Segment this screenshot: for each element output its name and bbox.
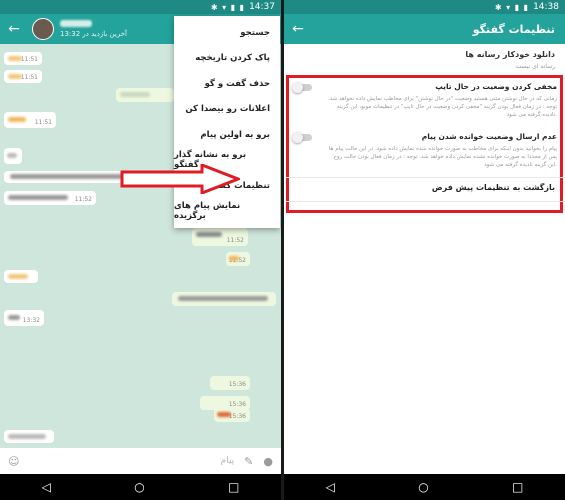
- message-bubble[interactable]: 13:32: [4, 310, 44, 326]
- menu-item-starred[interactable]: نمایش پیام های برگزیده: [174, 199, 280, 225]
- menu-item-clear-history[interactable]: پاک کردن تاریخچه: [174, 46, 280, 72]
- menu-item-search[interactable]: جستجو: [174, 20, 280, 46]
- back-arrow-icon[interactable]: ←: [0, 21, 28, 37]
- avatar[interactable]: [32, 18, 54, 40]
- status-time: 14:38: [533, 2, 559, 12]
- message-bubble[interactable]: 11:52: [226, 252, 250, 266]
- setting-description: زمانی که در حال نوشتن متنی هستید وضعیت "…: [328, 96, 557, 118]
- chat-title-block[interactable]: آخرین بازدید در 13:32: [60, 20, 127, 38]
- message-bubble[interactable]: 11:51: [4, 52, 42, 65]
- status-time: 14:37: [249, 2, 275, 12]
- setting-title: عدم ارسال وضعیت خوانده شدن پیام: [421, 132, 557, 141]
- menu-item-mute[interactable]: اعلانات رو بیصدا کن: [174, 97, 280, 123]
- reset-defaults-button[interactable]: بازگشت به تنظیمات پیش فرض: [432, 183, 555, 192]
- nav-back-icon[interactable]: ◁: [326, 480, 335, 494]
- message-time: 15:36: [228, 413, 246, 420]
- divider: [284, 177, 565, 178]
- status-bar: ✱ ▾ ▮ ▮ 14:37: [0, 0, 281, 14]
- attach-icon[interactable]: ✎: [244, 455, 253, 468]
- message-time: 11:51: [34, 119, 52, 126]
- setting-subtitle: رسانه ای نیست: [515, 63, 555, 70]
- back-arrow-icon[interactable]: ←: [284, 21, 312, 37]
- nav-back-icon[interactable]: ◁: [42, 480, 51, 494]
- menu-item-go-first[interactable]: برو به اولین پیام: [174, 122, 280, 148]
- message-bubble[interactable]: [4, 148, 22, 164]
- right-screenshot: ✱ ▾ ▮ ▮ 14:38 ← تنظیمات گفتگو دانلود خود…: [284, 0, 565, 500]
- status-bar: ✱ ▾ ▮ ▮ 14:38: [284, 0, 565, 14]
- page-title: تنظیمات گفتگو: [472, 22, 555, 36]
- settings-header: ← تنظیمات گفتگو: [284, 14, 565, 44]
- hide-typing-toggle[interactable]: [292, 82, 312, 93]
- setting-description: پیام را بخوانید بدون اینکه برای مخاطب به…: [328, 146, 557, 168]
- message-input[interactable]: پیام: [29, 456, 235, 466]
- setting-title: دانلود خودکار رسانه ها: [465, 50, 555, 59]
- left-screenshot: ✱ ▾ ▮ ▮ 14:37 ← آخرین بازدید در 13:32 11…: [0, 0, 281, 500]
- message-bubble[interactable]: 15:36: [210, 376, 250, 390]
- nav-home-icon[interactable]: ○: [418, 480, 428, 494]
- message-time: 13:32: [22, 317, 40, 324]
- message-time: 11:52: [226, 237, 244, 244]
- message-time: 11:52: [74, 196, 92, 203]
- message-bubble[interactable]: 11:52: [4, 191, 96, 205]
- status-icons: ✱ ▾ ▮ ▮: [210, 2, 246, 12]
- message-bubble[interactable]: 11:52: [192, 228, 248, 246]
- overflow-menu: جستجو پاک کردن تاریخچه حذف گفت و گو اعلا…: [174, 16, 280, 228]
- menu-item-delete-chat[interactable]: حذف گفت و گو: [174, 71, 280, 97]
- nav-recents-icon[interactable]: □: [512, 480, 523, 494]
- emoji-icon[interactable]: ☺: [8, 455, 19, 468]
- chat-name-redacted: [60, 20, 92, 27]
- message-bubble[interactable]: 11:51: [4, 70, 42, 83]
- system-nav-bar: ◁ ○ □: [284, 474, 565, 500]
- message-time: 11:51: [20, 56, 38, 63]
- message-bubble[interactable]: 15:36: [214, 408, 250, 422]
- message-time: 11:51: [20, 74, 38, 81]
- status-icons: ✱ ▾ ▮ ▮: [494, 2, 530, 12]
- last-seen-text: آخرین بازدید در 13:32: [60, 30, 127, 38]
- message-bubble[interactable]: [172, 292, 276, 306]
- nav-recents-icon[interactable]: □: [228, 480, 239, 494]
- divider: [284, 201, 565, 202]
- setting-title: مخفی کردن وضعیت در حال تایپ: [435, 82, 557, 91]
- message-bubble[interactable]: [116, 88, 174, 102]
- message-bubble[interactable]: [4, 430, 54, 443]
- message-bubble[interactable]: [4, 270, 38, 283]
- microphone-icon[interactable]: ●: [263, 455, 273, 468]
- message-time: 15:36: [228, 401, 246, 408]
- red-arrow-annotation: [120, 164, 240, 194]
- message-bubble[interactable]: 11:51: [4, 112, 56, 128]
- message-input-bar: ☺ پیام ✎ ●: [0, 448, 281, 474]
- system-nav-bar: ◁ ○ □: [0, 474, 281, 500]
- settings-list: دانلود خودکار رسانه ها رسانه ای نیست مخف…: [284, 44, 565, 474]
- nav-home-icon[interactable]: ○: [134, 480, 144, 494]
- message-time: 15:36: [228, 381, 246, 388]
- read-receipt-toggle[interactable]: [292, 132, 312, 143]
